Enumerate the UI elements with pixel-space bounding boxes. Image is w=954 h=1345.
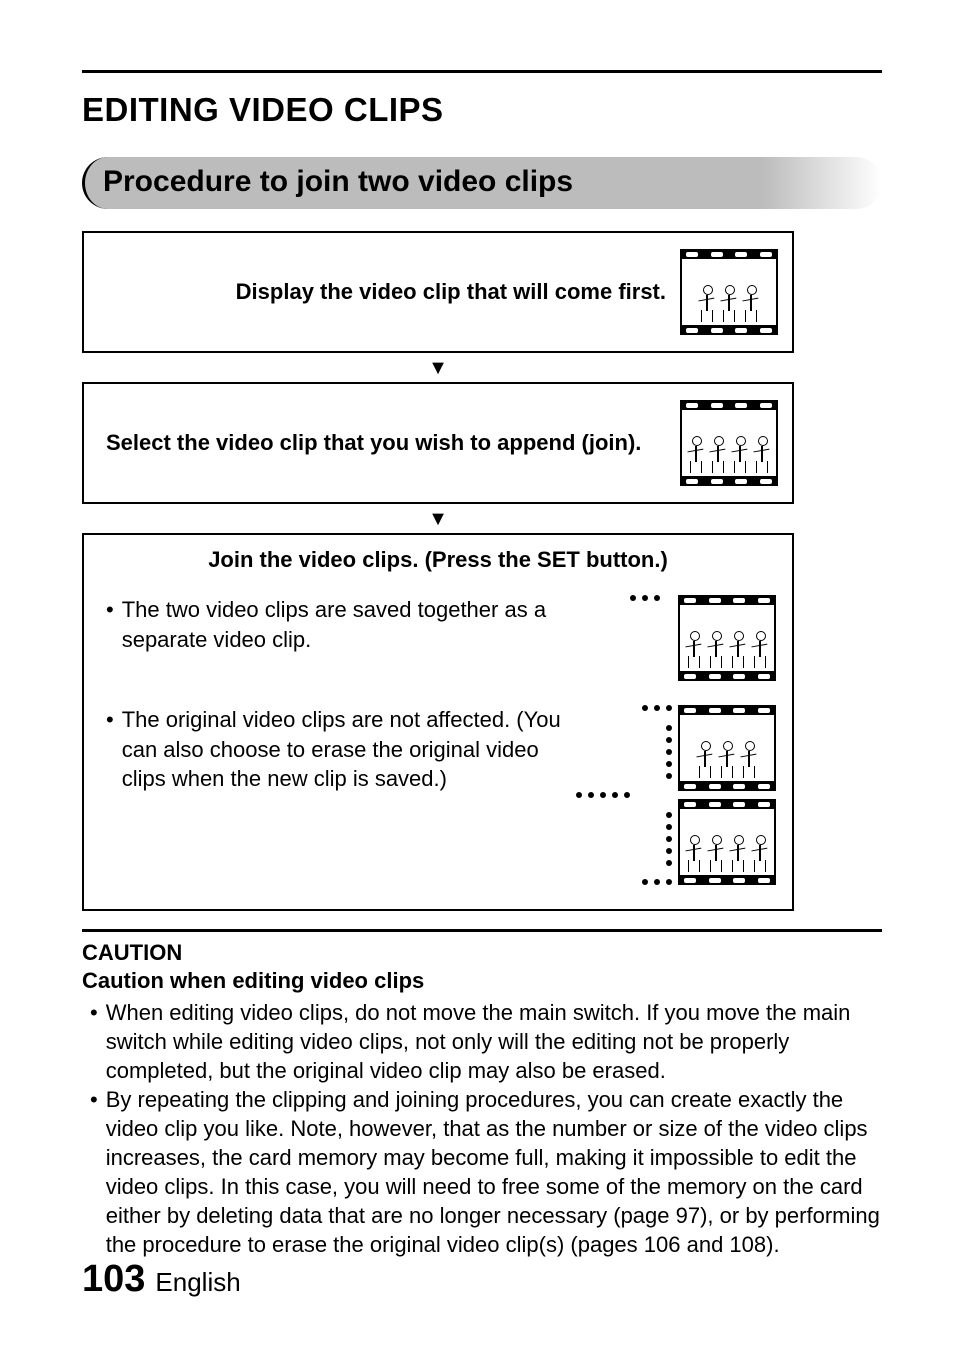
caution-item-1-text: When editing video clips, do not move th… <box>106 998 882 1085</box>
top-rule <box>82 70 882 73</box>
step-3-bullet-1-text: The two video clips are saved together a… <box>122 595 612 654</box>
step-3-box: Join the video clips. (Press the SET but… <box>82 533 794 911</box>
step-3-bullet-2: • The original video clips are not affec… <box>100 705 588 794</box>
down-arrow-icon: ▼ <box>82 357 794 380</box>
page-footer: 103 English <box>82 1258 241 1301</box>
caution-item-2-text: By repeating the clipping and joining pr… <box>106 1085 882 1259</box>
dots-vertical-icon <box>666 812 672 866</box>
filmstrip-icon <box>680 400 778 486</box>
section-heading-bar: Procedure to join two video clips <box>82 157 882 209</box>
bullet-icon: • <box>90 1085 98 1115</box>
step-3-bullet-2-row: • The original video clips are not affec… <box>100 705 776 885</box>
procedure-flow: Display the video clip that will come fi… <box>82 231 794 911</box>
caution-item-1: • When editing video clips, do not move … <box>82 998 882 1085</box>
filmstrip-icon <box>680 249 778 335</box>
page-language: English <box>155 1267 240 1298</box>
caution-subheading: Caution when editing video clips <box>82 968 882 994</box>
step-3-bullet-1-row: • The two video clips are saved together… <box>100 595 776 681</box>
caution-list: • When editing video clips, do not move … <box>82 998 882 1259</box>
caution-item-2: • By repeating the clipping and joining … <box>82 1085 882 1259</box>
down-arrow-icon: ▼ <box>82 508 794 531</box>
step-1-text: Display the video clip that will come fi… <box>106 279 666 305</box>
page-number: 103 <box>82 1258 145 1301</box>
step-1-box: Display the video clip that will come fi… <box>82 231 794 353</box>
dots-branch-icon <box>642 705 672 711</box>
step-2-box: Select the video clip that you wish to a… <box>82 382 794 504</box>
step-3-title: Join the video clips. (Press the SET but… <box>100 547 776 573</box>
caution-heading: CAUTION <box>82 940 882 966</box>
bullet-icon: • <box>90 998 98 1028</box>
bullet-icon: • <box>106 705 114 735</box>
dots-trunk-icon <box>576 792 630 798</box>
filmstrip-combined-icon <box>678 595 776 681</box>
step-3-bullet-2-text: The original video clips are not affecte… <box>122 705 588 794</box>
dots-vertical-icon <box>666 725 672 779</box>
page-title: EDITING VIDEO CLIPS <box>82 91 882 129</box>
step-2-text: Select the video clip that you wish to a… <box>106 430 666 456</box>
section-heading-text: Procedure to join two video clips <box>103 165 864 199</box>
merge-graphic <box>606 705 776 885</box>
bullet-icon: • <box>106 595 114 625</box>
filmstrip-pair-icon <box>678 705 776 885</box>
caution-rule <box>82 929 882 932</box>
dots-branch-icon <box>642 879 672 885</box>
step-3-bullet-1: • The two video clips are saved together… <box>100 595 612 654</box>
dots-connector-icon <box>630 595 660 601</box>
